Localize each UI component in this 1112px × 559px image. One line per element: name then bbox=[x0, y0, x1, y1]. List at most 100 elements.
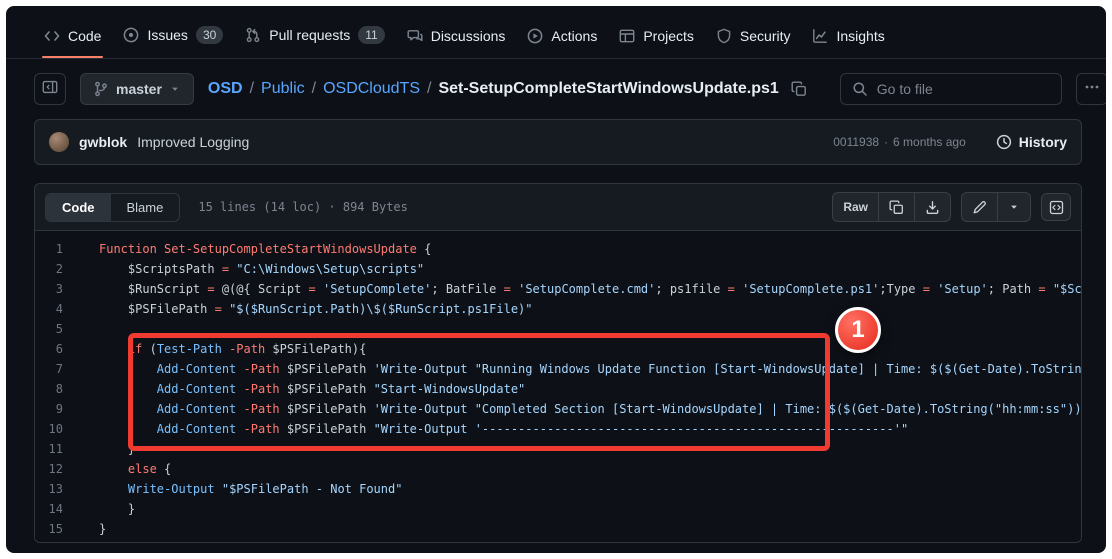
line-content: else { bbox=[83, 459, 171, 479]
tab-label: Code bbox=[68, 28, 101, 44]
file-toolbar: master OSD / Public / OSDCloudTS / Set-S… bbox=[6, 59, 1106, 115]
tab-label: Projects bbox=[643, 28, 694, 44]
code-blame-switcher: Code Blame bbox=[45, 193, 180, 222]
breadcrumb-separator: / bbox=[312, 80, 316, 98]
tab-label: Pull requests bbox=[269, 27, 350, 43]
repo-nav: Code Issues 30 Pull requests 11 Discussi… bbox=[6, 6, 1106, 59]
chevron-down-icon bbox=[169, 83, 181, 95]
commit-message[interactable]: Improved Logging bbox=[137, 134, 249, 150]
line-number[interactable]: 10 bbox=[35, 419, 83, 439]
branch-selector-button[interactable]: master bbox=[80, 73, 194, 105]
line-number[interactable]: 1 bbox=[35, 239, 83, 259]
tab-label: Actions bbox=[551, 28, 597, 44]
tab-pull-requests[interactable]: Pull requests 11 bbox=[235, 18, 394, 58]
line-number[interactable]: 14 bbox=[35, 499, 83, 519]
git-branch-icon bbox=[93, 81, 109, 97]
raw-button-group: Raw bbox=[832, 192, 951, 222]
line-content: Function Set-SetupCompleteStartWindowsUp… bbox=[83, 239, 431, 259]
edit-pencil-button[interactable] bbox=[962, 193, 997, 221]
line-content: if (Test-Path -Path $PSFilePath){ bbox=[83, 339, 366, 359]
tab-code-view[interactable]: Code bbox=[46, 194, 111, 221]
line-number[interactable]: 6 bbox=[35, 339, 83, 359]
line-number[interactable]: 2 bbox=[35, 259, 83, 279]
branch-name: master bbox=[116, 81, 162, 97]
issue-opened-icon bbox=[123, 27, 139, 43]
code-line: 4 $PSFilePath = "$($RunScript.Path)\$($R… bbox=[35, 299, 1081, 319]
tab-label: Insights bbox=[836, 28, 884, 44]
line-number[interactable]: 13 bbox=[35, 479, 83, 499]
breadcrumb-dir-public[interactable]: Public bbox=[261, 80, 305, 98]
go-to-file-placeholder: Go to file bbox=[877, 81, 933, 97]
go-to-file-input[interactable]: Go to file bbox=[840, 73, 1062, 105]
line-content: Add-Content -Path $PSFilePath "Start-Win… bbox=[83, 379, 525, 399]
pull-requests-count-badge: 11 bbox=[358, 26, 384, 44]
code-line: 14 } bbox=[35, 499, 1081, 519]
code-line: 13 Write-Output "$PSFilePath - Not Found… bbox=[35, 479, 1081, 499]
code-line: 7 Add-Content -Path $PSFilePath 'Write-O… bbox=[35, 359, 1081, 379]
tab-insights[interactable]: Insights bbox=[802, 20, 894, 58]
github-repo-page: Code Issues 30 Pull requests 11 Discussi… bbox=[6, 6, 1106, 553]
history-button[interactable]: History bbox=[996, 134, 1067, 150]
line-content: } bbox=[83, 519, 106, 539]
symbols-panel-button[interactable] bbox=[1041, 193, 1071, 221]
code-line: 1Function Set-SetupCompleteStartWindowsU… bbox=[35, 239, 1081, 259]
line-content: } bbox=[83, 439, 135, 459]
sidebar-panel-icon bbox=[42, 79, 58, 100]
tab-label: Discussions bbox=[431, 28, 506, 44]
breadcrumb-filename: Set-SetupCompleteStartWindowsUpdate.ps1 bbox=[438, 80, 778, 98]
git-pull-request-icon bbox=[245, 27, 261, 43]
breadcrumb-dir-osdcloudts[interactable]: OSDCloudTS bbox=[323, 80, 420, 98]
discussions-icon bbox=[407, 28, 423, 44]
tab-label: Issues bbox=[147, 27, 187, 43]
code-line: 10 Add-Content -Path $PSFilePath "Write-… bbox=[35, 419, 1081, 439]
edit-dropdown-caret[interactable] bbox=[997, 193, 1030, 221]
code-line: 3 $RunScript = @(@{ Script = 'SetupCompl… bbox=[35, 279, 1081, 299]
commit-author[interactable]: gwblok bbox=[79, 134, 127, 150]
line-number[interactable]: 5 bbox=[35, 319, 83, 339]
code-view: 1Function Set-SetupCompleteStartWindowsU… bbox=[35, 231, 1081, 542]
line-number[interactable]: 15 bbox=[35, 519, 83, 539]
download-raw-button[interactable] bbox=[914, 193, 950, 221]
line-number[interactable]: 11 bbox=[35, 439, 83, 459]
line-number[interactable]: 7 bbox=[35, 359, 83, 379]
sidebar-toggle-button[interactable] bbox=[34, 73, 66, 105]
line-number[interactable]: 8 bbox=[35, 379, 83, 399]
history-clock-icon bbox=[996, 134, 1012, 150]
line-number[interactable]: 12 bbox=[35, 459, 83, 479]
code-line: 9 Add-Content -Path $PSFilePath 'Write-O… bbox=[35, 399, 1081, 419]
edit-button-group bbox=[961, 192, 1031, 222]
code-line: 15} bbox=[35, 519, 1081, 539]
author-avatar[interactable] bbox=[49, 132, 69, 152]
kebab-horizontal-icon bbox=[1084, 79, 1100, 100]
tab-actions[interactable]: Actions bbox=[517, 20, 607, 58]
commit-meta: 0011938 · 6 months ago bbox=[833, 135, 966, 149]
insights-graph-icon bbox=[812, 28, 828, 44]
latest-commit-bar: gwblok Improved Logging 0011938 · 6 mont… bbox=[34, 119, 1082, 165]
code-square-icon bbox=[1049, 200, 1064, 215]
tab-issues[interactable]: Issues 30 bbox=[113, 18, 233, 58]
code-line: 8 Add-Content -Path $PSFilePath "Start-W… bbox=[35, 379, 1081, 399]
line-number[interactable]: 4 bbox=[35, 299, 83, 319]
history-label: History bbox=[1019, 134, 1067, 150]
projects-table-icon bbox=[619, 28, 635, 44]
issues-count-badge: 30 bbox=[196, 26, 223, 44]
line-number[interactable]: 3 bbox=[35, 279, 83, 299]
line-content: } bbox=[83, 499, 135, 519]
tab-security[interactable]: Security bbox=[706, 20, 801, 58]
copy-path-button[interactable] bbox=[786, 76, 812, 102]
commit-sha[interactable]: 0011938 bbox=[833, 135, 879, 149]
tab-discussions[interactable]: Discussions bbox=[397, 20, 516, 58]
file-content-header: Code Blame 15 lines (14 loc) · 894 Bytes… bbox=[35, 184, 1081, 231]
tab-blame-view[interactable]: Blame bbox=[111, 194, 180, 221]
file-content-panel: Code Blame 15 lines (14 loc) · 894 Bytes… bbox=[34, 183, 1082, 543]
copy-file-button[interactable] bbox=[878, 193, 914, 221]
breadcrumb-repo-link[interactable]: OSD bbox=[208, 80, 243, 98]
tab-projects[interactable]: Projects bbox=[609, 20, 704, 58]
breadcrumb-separator: / bbox=[250, 80, 254, 98]
line-number[interactable]: 9 bbox=[35, 399, 83, 419]
more-options-button[interactable] bbox=[1076, 73, 1106, 105]
line-content: Add-Content -Path $PSFilePath 'Write-Out… bbox=[83, 359, 1081, 379]
raw-button[interactable]: Raw bbox=[833, 193, 878, 221]
breadcrumb: OSD / Public / OSDCloudTS / Set-SetupCom… bbox=[208, 76, 812, 102]
tab-code[interactable]: Code bbox=[34, 20, 111, 58]
